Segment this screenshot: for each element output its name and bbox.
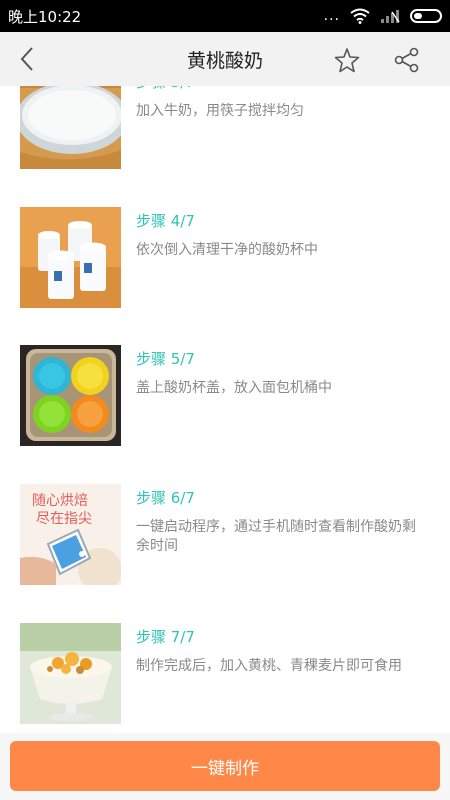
step-description: 盖上酸奶杯盖，放入面包机桶中 <box>136 380 332 396</box>
step-description: 一键启动程序，通过手机随时查看制作酸奶剩余时间 <box>136 519 416 554</box>
steps-list[interactable]: 步骤 3/7 加入牛奶，用筷子搅拌均匀 步骤 4/7 依次倒入清理干净的酸奶杯中 <box>0 0 450 800</box>
one-click-make-button[interactable]: 一键制作 <box>10 741 440 791</box>
step-item-6: 随心烘焙 尽在指尖 步骤 6/7 一键启动程序，通过手机随时查看制作酸奶剩余时间 <box>20 484 440 586</box>
step-description: 加入牛奶，用筷子搅拌均匀 <box>136 103 304 119</box>
battery-icon <box>410 9 442 23</box>
page-title: 黄桃酸奶 <box>186 49 263 72</box>
step-item-5: 步骤 5/7 盖上酸奶杯盖，放入面包机桶中 <box>20 345 440 447</box>
bottom-action-bar: 一键制作 <box>0 733 450 800</box>
recipe-header: 黄桃酸奶 <box>0 32 450 86</box>
wifi-icon <box>350 8 370 24</box>
status-time: 晚上10:22 <box>8 7 82 26</box>
step-image-finished-yogurt <box>20 623 121 724</box>
step-item-4: 步骤 4/7 依次倒入清理干净的酸奶杯中 <box>20 207 440 309</box>
step-image-cups-in-bread-machine <box>20 345 121 446</box>
status-bar: 晚上10:22 ... <box>0 0 450 32</box>
notification-dots: ... <box>323 8 340 24</box>
step-description: 依次倒入清理干净的酸奶杯中 <box>136 242 318 258</box>
back-button[interactable] <box>16 45 40 73</box>
step-description: 制作完成后，加入黄桃、青稞麦片即可食用 <box>136 658 402 674</box>
share-button[interactable] <box>394 47 420 73</box>
star-icon <box>334 48 360 73</box>
step-label: 步骤 7/7 <box>136 628 195 646</box>
step-label: 步骤 6/7 <box>136 489 195 507</box>
step-item-7: 步骤 7/7 制作完成后，加入黄桃、青稞麦片即可食用 <box>20 623 440 725</box>
step-label: 步骤 4/7 <box>136 212 195 230</box>
step-image-phone-app: 随心烘焙 尽在指尖 <box>20 484 121 585</box>
share-icon <box>394 47 419 73</box>
favorite-button[interactable] <box>334 47 360 73</box>
signal-icon <box>381 10 400 23</box>
image-slogan-line-2: 尽在指尖 <box>36 511 92 527</box>
step-label: 步骤 5/7 <box>136 350 195 368</box>
chevron-left-icon <box>20 47 33 71</box>
step-image-yogurt-cups <box>20 207 121 308</box>
image-slogan-line-1: 随心烘焙 <box>32 493 88 509</box>
